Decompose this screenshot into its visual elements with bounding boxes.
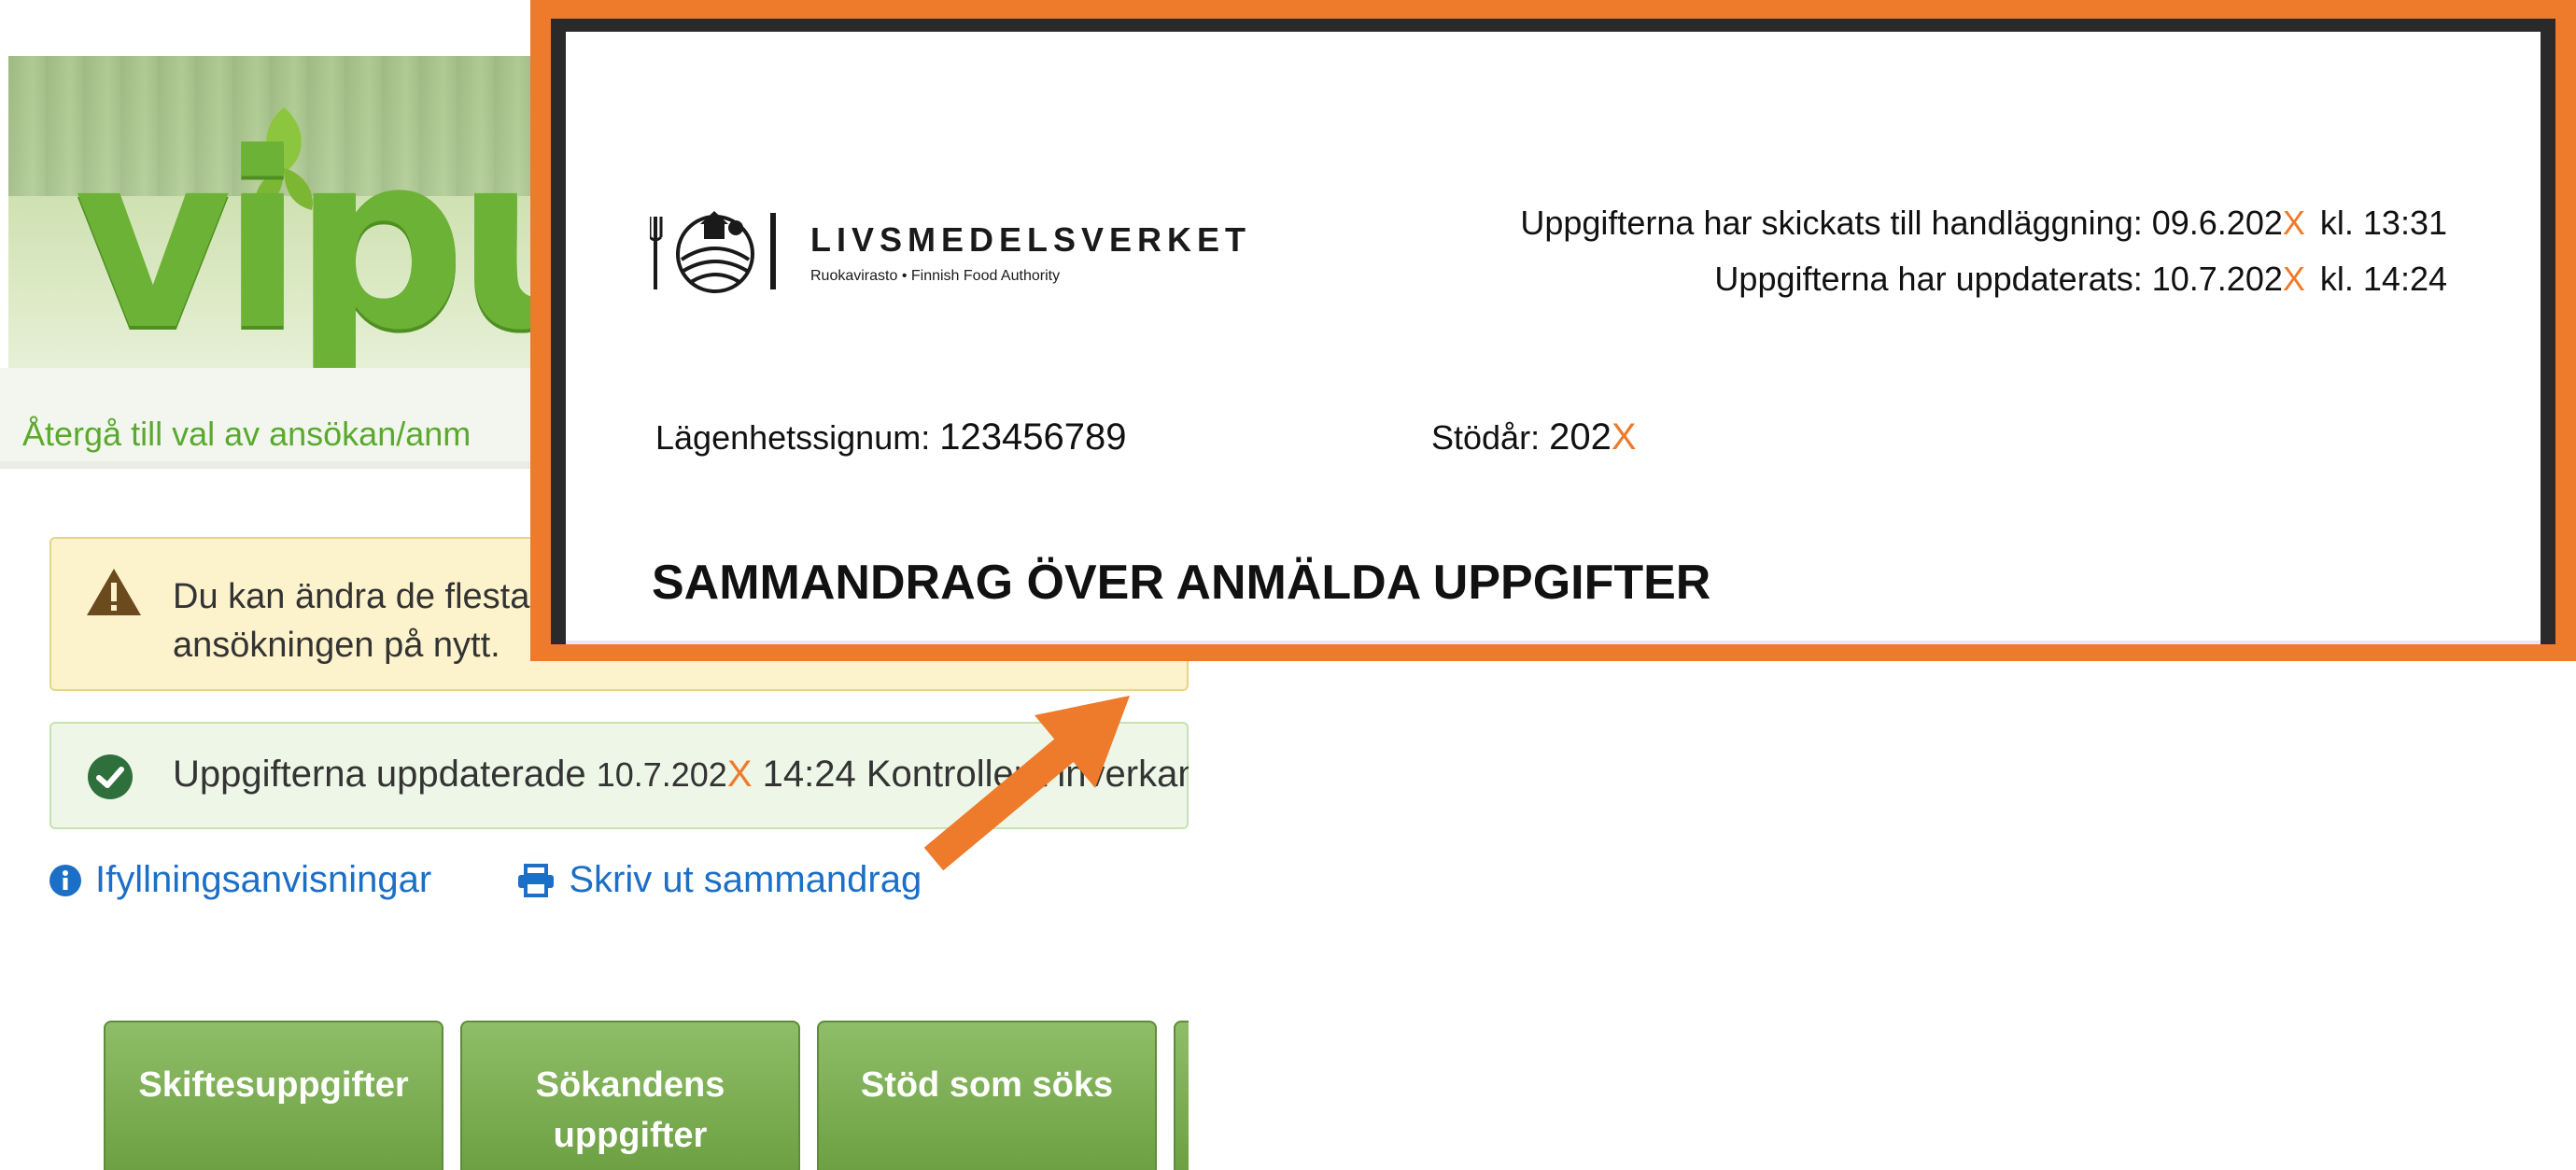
success-text: Uppgifterna uppdaterade 10.7.202X 14:24 … [173,754,1199,796]
tab-applied-support[interactable]: Stöd som söks [817,1021,1157,1170]
print-summary-link[interactable]: Skriv ut sammandrag [516,859,922,901]
sent-time: kl. 13:31 [2319,204,2447,242]
farm-id: Lägenhetssignum: 123456789 [655,416,1126,458]
farm-id-value: 123456789 [939,416,1127,458]
info-icon [49,864,81,896]
document-divider [566,641,2541,644]
application-tabs: Skiftesuppgifter Sökandens uppgifter Stö… [104,1021,1189,1170]
printer-icon [518,863,555,897]
success-suffix: 14:24 Kontrollera inverkan [762,754,1199,795]
callout-frame: LIVSMEDELSVERKET Ruokavirasto • Finnish … [551,19,2555,644]
check-circle-icon [88,754,133,799]
tab-applicant-details[interactable]: Sökandens uppgifter [460,1021,800,1170]
help-links: Ifyllningsanvisningar Skriv ut sammandra… [49,859,996,907]
support-year-x: X [1611,416,1637,458]
zoom-callout: LIVSMEDELSVERKET Ruokavirasto • Finnish … [530,0,2576,661]
warning-line-2: ansökningen på nytt. [173,626,500,665]
success-prefix: Uppgifterna uppdaterade [173,754,586,795]
tab-field-details[interactable]: Skiftesuppgifter [104,1021,443,1170]
warning-text: Du kan ändra de flesta ansökningen på ny… [173,572,529,670]
tab-next[interactable] [1174,1021,1189,1170]
support-year-label: Stödår: [1431,418,1541,457]
org-subtitle: Ruokavirasto • Finnish Food Authority [810,268,1061,284]
print-summary-link-label: Skriv ut sammandrag [569,859,922,900]
warning-icon [87,569,141,615]
tab-label-line-2: uppgifter [553,1116,708,1155]
tab-label: Skiftesuppgifter [138,1065,409,1105]
date-info: Uppgifterna har skickats till handläggni… [1520,195,2447,307]
summary-document: LIVSMEDELSVERKET Ruokavirasto • Finnish … [566,32,2541,644]
support-year: Stödår: 202X [1431,416,1637,458]
updated-time: kl. 14:24 [2319,260,2447,298]
tab-label: Stöd som söks [860,1065,1114,1105]
updated-line: Uppgifterna har uppdaterats: 10.7.202X k… [1520,251,2447,307]
tab-label: Sökandens [535,1065,725,1105]
org-name: LIVSMEDELSVERKET [810,220,1252,259]
sent-date-x: X [2282,204,2305,242]
support-year-value: 202 [1549,416,1612,458]
livsmedelsverket-logo-icon [650,211,776,293]
updated-date-x: X [2282,260,2305,298]
success-date-x: X [726,754,753,795]
back-to-selection-link[interactable]: Återgå till val av ansökan/anm [22,415,471,454]
instructions-link-label: Ifyllningsanvisningar [95,859,432,900]
updated-date: 10.7.202 [2151,260,2283,298]
instructions-link[interactable]: Ifyllningsanvisningar [49,859,431,901]
success-date: 10.7.202 [596,755,727,794]
sent-line: Uppgifterna har skickats till handläggni… [1520,195,2447,251]
warning-line-1: Du kan ändra de flesta [173,577,530,616]
success-alert: Uppgifterna uppdaterade 10.7.202X 14:24 … [49,722,1199,829]
farm-id-label: Lägenhetssignum: [655,418,931,457]
sent-date: 09.6.202 [2151,204,2283,242]
summary-title: SAMMANDRAG ÖVER ANMÄLDA UPPGIFTER [652,556,1711,610]
sent-label: Uppgifterna har skickats till handläggni… [1520,204,2143,242]
updated-label: Uppgifterna har uppdaterats: [1714,260,2143,298]
